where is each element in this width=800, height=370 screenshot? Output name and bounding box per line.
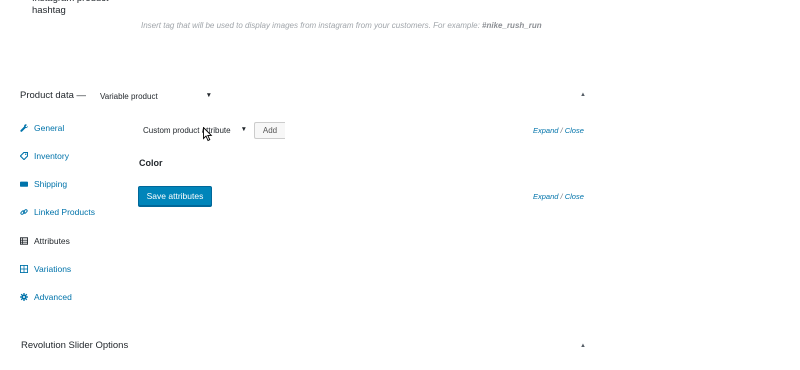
chevron-down-icon: ▼	[205, 92, 212, 99]
link-icon	[20, 208, 28, 216]
collapse-product-data-icon[interactable]: ▲	[580, 92, 586, 98]
tab-shipping-label: Shipping	[34, 179, 68, 189]
collapse-revolution-icon[interactable]: ▲	[580, 343, 586, 349]
tab-general[interactable]: General	[20, 121, 64, 135]
product-type-value: Variable product	[100, 92, 158, 101]
tab-variations-label: Variations	[34, 264, 72, 274]
tab-inventory-label: Inventory	[34, 151, 69, 161]
tab-advanced-label: Advanced	[34, 292, 72, 302]
product-data-title: Product data —	[20, 90, 87, 101]
gear-icon	[20, 293, 28, 301]
tab-attributes-label: Attributes	[34, 236, 70, 246]
tab-general-label: General	[34, 123, 65, 133]
tab-attributes[interactable]: Attributes	[20, 234, 70, 248]
hashtag-help-text: Insert tag that will be used to display …	[141, 21, 542, 30]
wrench-icon	[20, 124, 28, 132]
list-icon	[20, 237, 28, 245]
hashtag-field-label: Instagram product hashtag	[32, 0, 109, 16]
tab-advanced[interactable]: Advanced	[20, 290, 72, 304]
mouse-cursor-icon	[203, 126, 213, 142]
grid-icon	[20, 265, 28, 273]
close-link[interactable]: Close	[565, 126, 584, 135]
attribute-taxonomy-select[interactable]: Custom product attribute ▼	[138, 123, 251, 139]
expand-close-separator: /	[560, 192, 563, 201]
tab-inventory[interactable]: Inventory	[20, 149, 69, 163]
close-link[interactable]: Close	[565, 192, 584, 201]
hashtag-help-example: #nike_rush_run	[482, 21, 542, 30]
truck-icon	[20, 180, 28, 188]
revolution-slider-title: Revolution Slider Options	[21, 340, 129, 351]
expand-close-links-top: Expand / Close	[533, 126, 584, 135]
attribute-select-value: Custom product attribute	[143, 126, 231, 135]
expand-close-links-bottom: Expand / Close	[533, 192, 584, 201]
tab-linked-products-label: Linked Products	[34, 207, 95, 217]
tag-icon	[20, 152, 28, 160]
hashtag-help-description: Insert tag that will be used to display …	[141, 21, 483, 30]
chevron-down-icon: ▼	[240, 126, 247, 133]
tab-shipping[interactable]: Shipping	[20, 177, 67, 191]
add-attribute-button[interactable]: Add	[254, 122, 285, 139]
expand-link[interactable]: Expand	[533, 126, 558, 135]
attribute-name-color[interactable]: Color	[139, 158, 163, 168]
tab-linked-products[interactable]: Linked Products	[20, 205, 95, 219]
product-type-select[interactable]: Variable product ▼	[95, 88, 217, 105]
expand-close-separator: /	[560, 126, 563, 135]
save-attributes-button[interactable]: Save attributes	[138, 186, 212, 206]
expand-link[interactable]: Expand	[533, 192, 558, 201]
tab-variations[interactable]: Variations	[20, 262, 71, 276]
